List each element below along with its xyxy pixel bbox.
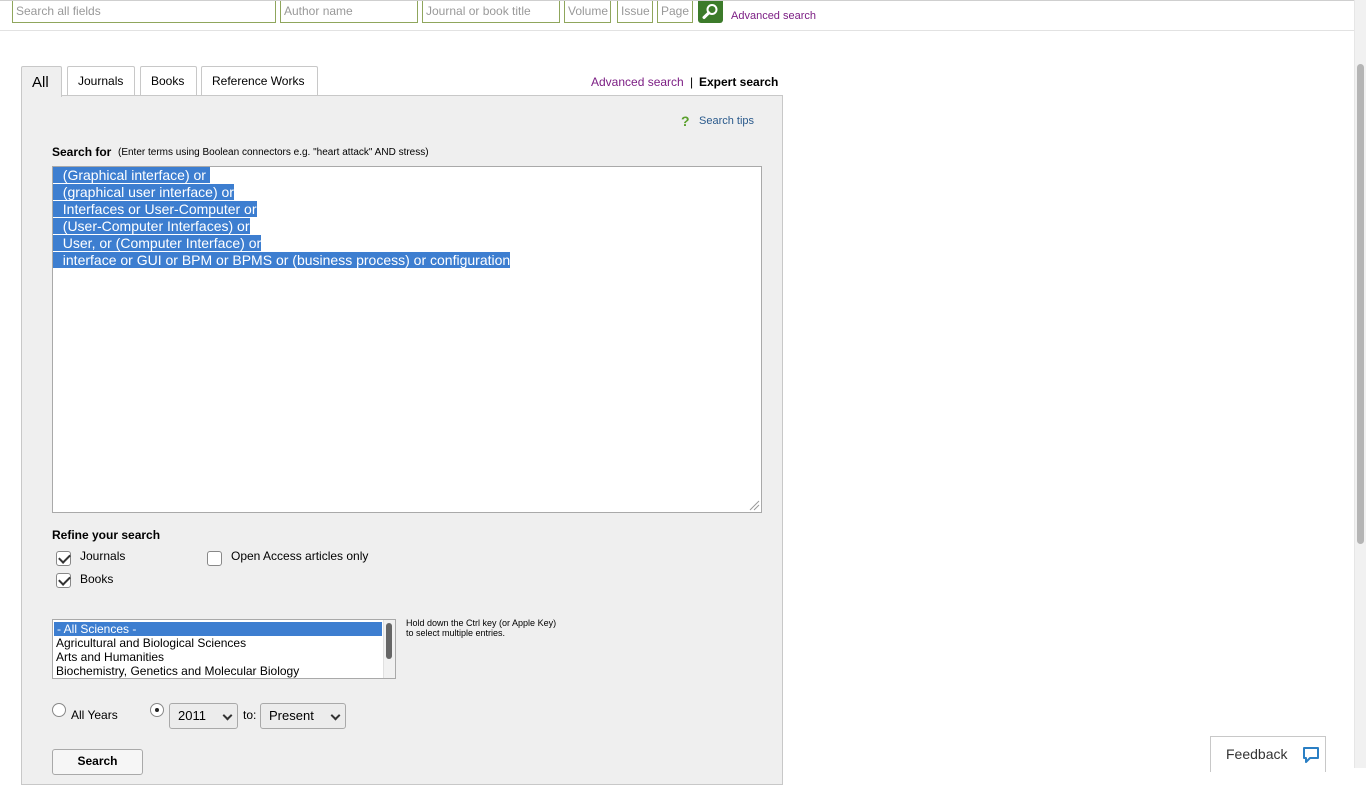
quick-search-button[interactable] [698,1,723,23]
subject-listbox[interactable]: - All Sciences - Agricultural and Biolog… [52,619,396,679]
journal-title-input[interactable]: Journal or book title [422,1,560,23]
chevron-down-icon [330,710,341,721]
to-year-select[interactable]: Present [260,703,346,729]
subject-option[interactable]: Arts and Humanities [53,650,395,664]
subject-option[interactable]: Biochemistry, Genetics and Molecular Bio… [53,664,395,678]
feedback-label: Feedback [1226,746,1288,762]
journals-checkbox-label: Journals [80,549,126,563]
author-input[interactable]: Author name [280,1,418,23]
refine-title: Refine your search [52,528,161,542]
query-line: interface or GUI or BPM or BPMS or (busi… [53,252,511,268]
books-checkbox-label: Books [80,572,114,586]
page-scroll-thumb[interactable] [1357,64,1364,544]
quick-advanced-search-link[interactable]: Advanced search [731,10,816,22]
search-for-label: Search for [52,145,112,159]
listbox-scrollbar[interactable] [383,620,395,678]
journals-checkbox[interactable] [56,551,71,566]
expert-search-link[interactable]: Expert search [699,75,778,89]
open-access-checkbox[interactable] [207,551,222,566]
listbox-scroll-thumb[interactable] [386,623,392,659]
page-input[interactable]: Page [657,1,693,23]
tab-books[interactable]: Books [140,66,197,96]
query-line: (User-Computer Interfaces) or [53,218,250,234]
query-line: Interfaces or User-Computer or [53,201,257,217]
issue-input[interactable]: Issue [617,1,653,23]
resize-grip-icon[interactable] [748,499,760,511]
year-range-radio[interactable] [150,703,164,717]
quick-search-bar: Search all fields Author name Journal or… [0,0,1354,31]
tab-all[interactable]: All [21,66,62,97]
query-line: (graphical user interface) or [53,184,234,200]
all-years-label: All Years [71,708,118,722]
chat-bubble-icon [1303,747,1319,763]
advanced-search-link[interactable]: Advanced search [591,75,684,89]
subject-option[interactable]: - All Sciences - [54,622,382,636]
feedback-button[interactable]: Feedback [1210,736,1326,772]
search-button[interactable]: Search [52,749,143,775]
from-year-value: 2011 [178,708,206,723]
query-line: (Graphical interface) or [53,167,210,183]
chevron-down-icon [222,710,233,721]
books-checkbox[interactable] [56,573,71,588]
page-scrollbar[interactable] [1354,0,1366,768]
query-textarea[interactable]: (Graphical interface) or (graphical user… [52,166,762,513]
subject-option[interactable]: Agricultural and Biological Sciences [53,636,395,650]
multi-select-hint: Hold down the Ctrl key (or Apple Key) to… [406,618,557,638]
all-fields-input[interactable]: Search all fields [12,1,276,23]
search-icon [702,4,718,19]
link-separator: | [690,75,694,89]
query-line: User, or (Computer Interface) or [53,235,262,251]
from-year-select[interactable]: 2011 [169,703,238,729]
open-access-label: Open Access articles only [231,549,369,563]
volume-input[interactable]: Volume [564,1,611,23]
search-tips-label: Search tips [699,115,755,127]
to-year-value: Present [269,708,314,723]
to-label: to: [243,708,257,722]
tab-reference-works[interactable]: Reference Works [201,66,318,96]
search-tips-link[interactable]: ? Search tips [681,113,754,129]
help-icon: ? [681,113,690,129]
tab-journals[interactable]: Journals [67,66,135,96]
search-for-hint: (Enter terms using Boolean connectors e.… [118,147,429,158]
all-years-radio[interactable] [52,703,66,717]
